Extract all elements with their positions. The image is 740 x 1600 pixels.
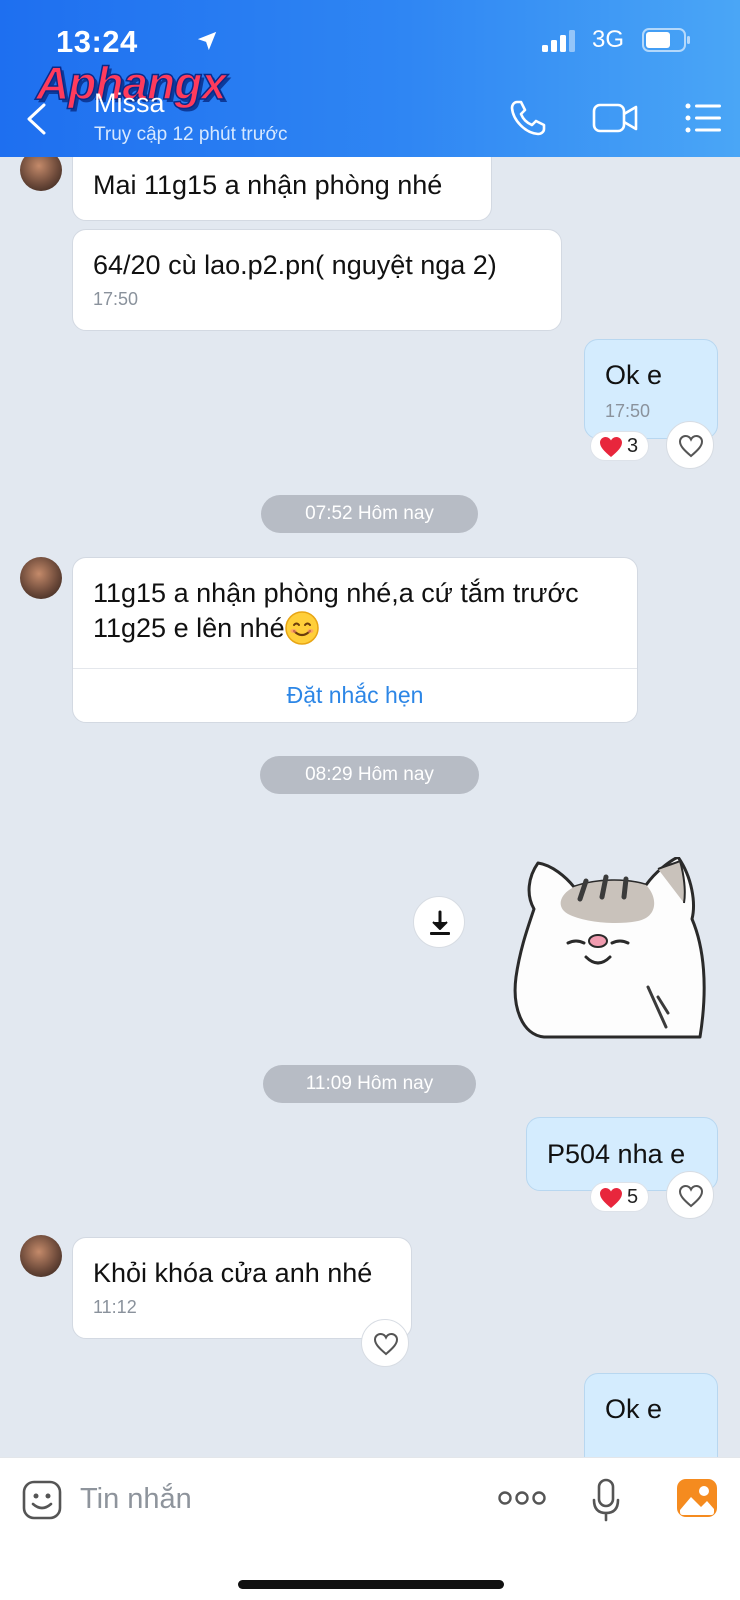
home-indicator: [238, 1580, 504, 1589]
message-text: Ok e: [605, 360, 663, 390]
download-icon: [430, 910, 450, 935]
date-separator: 07:52 Hôm nay: [261, 495, 478, 533]
message-text: 64/20 cù lao.p2.pn( nguyệt nga 2): [93, 250, 497, 280]
set-reminder-button[interactable]: Đặt nhắc hẹn: [73, 669, 637, 721]
heart-reaction-icon: [600, 1188, 622, 1208]
contact-avatar[interactable]: [20, 557, 62, 599]
status-time: 13:24: [56, 24, 138, 59]
message-text-line2: 11g25 e lên nhé: [93, 611, 637, 646]
download-button[interactable]: [413, 896, 465, 948]
message-list[interactable]: Mai 11g15 a nhận phòng nhé 64/20 cù lao.…: [0, 157, 740, 1457]
react-button[interactable]: [361, 1319, 409, 1367]
message-time: 11:12: [93, 1297, 137, 1317]
incoming-message[interactable]: Khỏi khóa cửa anh nhé 11:12: [72, 1237, 412, 1339]
message-text: P504 nha e: [547, 1139, 686, 1169]
message-text: Khỏi khóa cửa anh nhé: [93, 1258, 373, 1288]
smile-emoji-icon: [284, 611, 319, 645]
reaction-count: 3: [627, 435, 639, 457]
heart-outline-icon: [373, 1332, 399, 1356]
chat-header: 13:24 3G Aphangx Missa Truy cập 12 phút …: [0, 0, 740, 157]
message-text: 11g15 a nhận phòng nhé,a cứ tắm trước: [93, 578, 579, 608]
react-button[interactable]: [666, 421, 714, 469]
message-text-segment: 11g25 e lên nhé: [93, 613, 285, 643]
reaction-summary[interactable]: 3: [590, 431, 650, 461]
heart-reaction-icon: [600, 437, 622, 457]
network-type: 3G: [591, 26, 624, 53]
more-options-icon[interactable]: [498, 1488, 546, 1508]
incoming-message[interactable]: 11g15 a nhận phòng nhé,a cứ tắm trước 11…: [72, 557, 638, 723]
date-separator: 11:09 Hôm nay: [263, 1065, 476, 1103]
location-arrow-icon: [197, 31, 217, 51]
incoming-message[interactable]: Mai 11g15 a nhận phòng nhé: [72, 157, 492, 221]
react-button[interactable]: [666, 1171, 714, 1219]
microphone-icon[interactable]: [592, 1478, 620, 1522]
back-arrow-icon[interactable]: [24, 102, 50, 136]
battery-icon: [642, 28, 690, 52]
incoming-message[interactable]: 64/20 cù lao.p2.pn( nguyệt nga 2) 17:50: [72, 229, 562, 331]
video-call-icon[interactable]: [592, 98, 638, 138]
contact-name[interactable]: Missa: [94, 88, 165, 119]
image-gallery-icon[interactable]: [676, 1478, 718, 1518]
message-text: Ok e: [605, 1394, 663, 1424]
signal-icon: [542, 30, 575, 52]
heart-outline-icon: [678, 1184, 704, 1208]
heart-outline-icon: [678, 434, 704, 458]
reaction-summary[interactable]: 5: [590, 1182, 650, 1212]
reaction-count: 5: [627, 1186, 639, 1208]
sticker-emoji-icon[interactable]: [22, 1480, 62, 1520]
phone-call-icon[interactable]: [508, 98, 548, 138]
message-input[interactable]: [80, 1476, 460, 1522]
date-separator: 08:29 Hôm nay: [260, 756, 479, 794]
contact-avatar[interactable]: [20, 157, 62, 191]
message-text: Mai 11g15 a nhận phòng nhé: [93, 170, 443, 200]
outgoing-message[interactable]: Ok e: [584, 1373, 718, 1457]
message-time: 17:50: [93, 289, 139, 309]
message-composer: [0, 1457, 740, 1600]
last-seen-status: Truy cập 12 phút trước: [94, 124, 288, 145]
menu-list-icon[interactable]: [684, 98, 722, 138]
contact-avatar[interactable]: [20, 1235, 62, 1277]
message-time: 17:50: [605, 401, 651, 421]
cat-sticker[interactable]: [508, 857, 714, 1039]
